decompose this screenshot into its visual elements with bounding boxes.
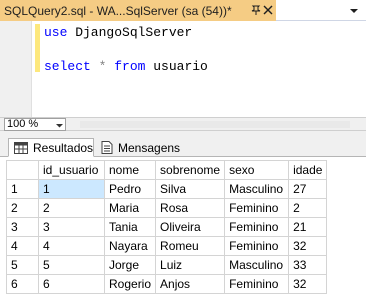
column-header-nome[interactable]: nome <box>103 160 157 180</box>
horizontal-scrollbar[interactable] <box>80 121 350 128</box>
cell-sexo[interactable]: Masculino <box>224 255 290 275</box>
table-name: usuario <box>145 59 208 74</box>
cell-sobrenome[interactable]: Anjos <box>155 274 226 294</box>
keyword-from: from <box>106 59 146 74</box>
cell-id_usuario[interactable]: 5 <box>38 255 105 275</box>
cell-idade[interactable]: 21 <box>288 217 328 237</box>
cell-sobrenome[interactable]: Oliveira <box>155 217 226 237</box>
cell-id_usuario[interactable]: 2 <box>38 198 105 218</box>
row-number[interactable]: 2 <box>6 198 39 218</box>
table-row[interactable]: 2 2 Maria Rosa Feminino 2 <box>6 198 328 218</box>
cell-idade[interactable]: 32 <box>288 236 328 256</box>
cell-id_usuario[interactable]: 1 <box>38 179 105 199</box>
cell-sobrenome[interactable]: Rosa <box>155 198 226 218</box>
column-header-idade[interactable]: idade <box>288 160 328 180</box>
code-line-2: select * from usuario <box>44 59 208 74</box>
cell-nome[interactable]: Tania <box>103 217 157 237</box>
cell-nome[interactable]: Jorge <box>103 255 157 275</box>
tab-results-label: Resultados <box>33 140 94 155</box>
column-header-id_usuario[interactable]: id_usuario <box>38 160 105 180</box>
tab-results[interactable]: Resultados <box>8 138 94 157</box>
table-row[interactable]: 6 6 Rogerio Anjos Feminino 32 <box>6 274 328 294</box>
document-tab-title: SQLQuery2.sql - WA...SqlServer (sa (54))… <box>4 3 232 18</box>
document-tab[interactable]: SQLQuery2.sql - WA...SqlServer (sa (54))… <box>0 0 276 21</box>
cell-id_usuario[interactable]: 3 <box>38 217 105 237</box>
table-row[interactable]: 4 4 Nayara Romeu Feminino 32 <box>6 236 328 256</box>
table-row[interactable]: 5 5 Jorge Luiz Masculino 33 <box>6 255 328 275</box>
cell-sexo[interactable]: Feminino <box>224 274 290 294</box>
star-operator: * <box>90 59 107 74</box>
chevron-down-icon <box>56 124 63 128</box>
results-tab-strip: Resultados Mensagens <box>0 137 366 157</box>
code-line-1: use DjangoSqlServer <box>44 25 192 40</box>
table-row[interactable]: 3 3 Tania Oliveira Feminino 21 <box>6 217 328 237</box>
cell-sexo[interactable]: Masculino <box>224 179 290 199</box>
grid-header-row: id_usuario nome sobrenome sexo idade <box>6 160 328 180</box>
cell-id_usuario[interactable]: 6 <box>38 274 105 294</box>
cell-idade[interactable]: 2 <box>288 198 328 218</box>
row-number[interactable]: 5 <box>6 255 39 275</box>
cell-nome[interactable]: Maria <box>103 198 157 218</box>
query-editor[interactable]: use DjangoSqlServer select * from usuari… <box>0 21 366 117</box>
results-grid-area: id_usuario nome sobrenome sexo idade 1 1… <box>0 157 366 308</box>
keyword-use: use <box>44 25 68 40</box>
column-header-sobrenome[interactable]: sobrenome <box>155 160 226 180</box>
zoom-value: 100 % <box>7 118 39 130</box>
cell-id_usuario[interactable]: 4 <box>38 236 105 256</box>
cell-sobrenome[interactable]: Romeu <box>155 236 226 256</box>
zoom-bar: 100 % <box>0 117 366 131</box>
grid-corner[interactable] <box>6 160 39 180</box>
row-number[interactable]: 3 <box>6 217 39 237</box>
cell-idade[interactable]: 33 <box>288 255 328 275</box>
tab-overflow-icon[interactable] <box>348 5 360 17</box>
cell-idade[interactable]: 27 <box>288 179 328 199</box>
pin-icon[interactable] <box>250 4 262 16</box>
document-tab-bar: SQLQuery2.sql - WA...SqlServer (sa (54))… <box>0 0 366 21</box>
editor-margin <box>0 21 32 117</box>
grid-icon <box>14 141 28 154</box>
cell-sobrenome[interactable]: Silva <box>155 179 226 199</box>
column-header-sexo[interactable]: sexo <box>224 160 290 180</box>
database-name: DjangoSqlServer <box>67 25 193 40</box>
tab-messages-label: Mensagens <box>118 140 181 155</box>
row-number[interactable]: 6 <box>6 274 39 294</box>
row-number[interactable]: 1 <box>6 179 39 199</box>
cell-nome[interactable]: Rogerio <box>103 274 157 294</box>
cell-sobrenome[interactable]: Luiz <box>155 255 226 275</box>
keyword-select: select <box>44 59 91 74</box>
cell-sexo[interactable]: Feminino <box>224 217 290 237</box>
tab-messages[interactable]: Mensagens <box>96 138 182 157</box>
zoom-select[interactable]: 100 % <box>4 118 66 131</box>
cell-nome[interactable]: Pedro <box>103 179 157 199</box>
messages-icon <box>101 141 113 154</box>
cell-nome[interactable]: Nayara <box>103 236 157 256</box>
cell-sexo[interactable]: Feminino <box>224 236 290 256</box>
row-number[interactable]: 4 <box>6 236 39 256</box>
change-tracking-bar <box>35 24 40 72</box>
cell-sexo[interactable]: Feminino <box>224 198 290 218</box>
results-grid[interactable]: id_usuario nome sobrenome sexo idade 1 1… <box>6 160 328 294</box>
table-row[interactable]: 1 1 Pedro Silva Masculino 27 <box>6 179 328 199</box>
close-icon[interactable] <box>262 4 274 16</box>
cell-idade[interactable]: 32 <box>288 274 328 294</box>
